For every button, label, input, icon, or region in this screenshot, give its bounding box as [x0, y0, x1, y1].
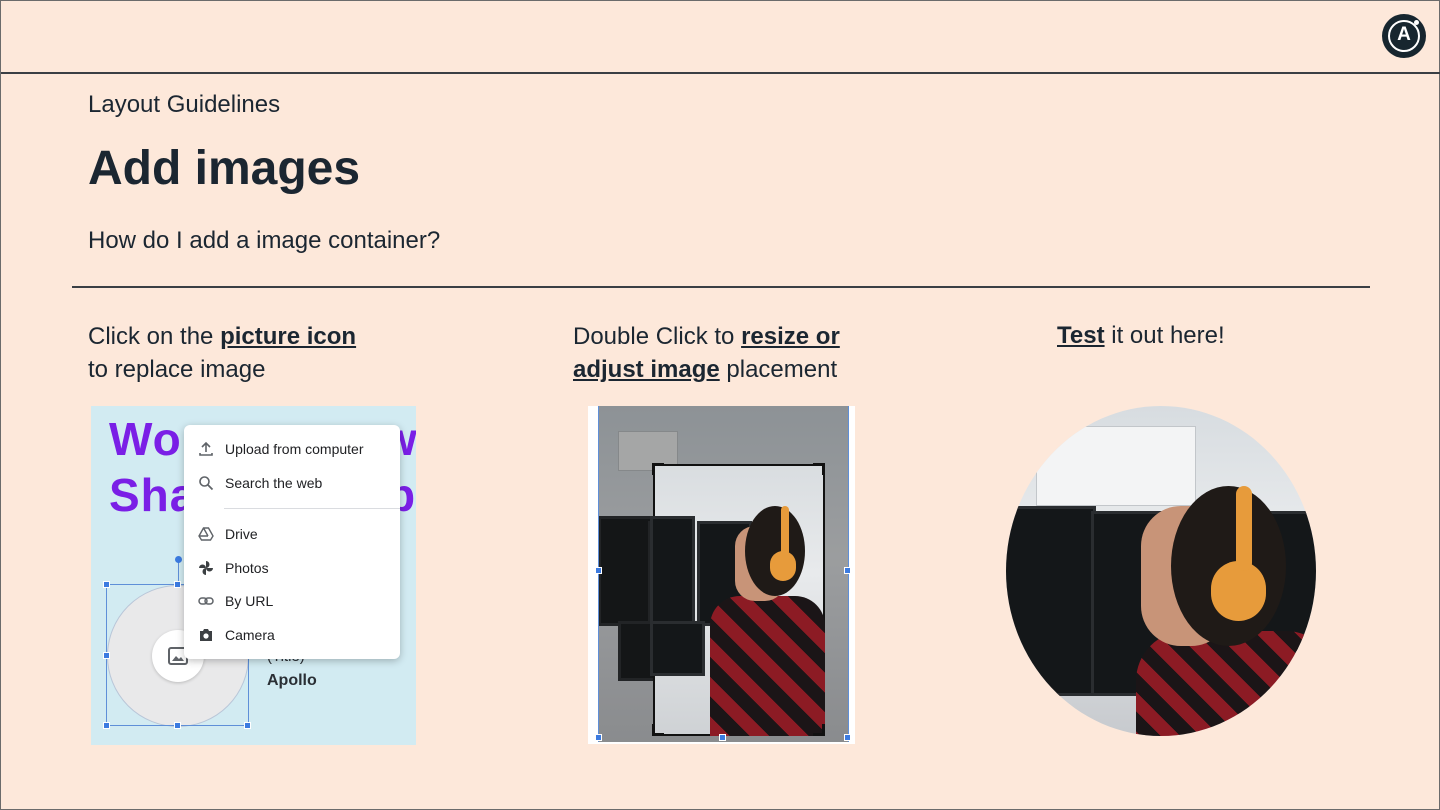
- step-resize-image: Double Click to resize or adjust image p…: [573, 320, 893, 386]
- replace-image-example: Wo w Sha p (Title) Apollo Upload from co…: [91, 406, 416, 745]
- resize-handle[interactable]: [244, 722, 251, 729]
- crop-corner-handle[interactable]: [813, 724, 825, 736]
- resize-handle[interactable]: [103, 581, 110, 588]
- crop-corner-handle[interactable]: [652, 463, 664, 475]
- photos-icon: [199, 561, 213, 575]
- page-subtitle: How do I add a image container?: [88, 227, 441, 254]
- step-text: Double Click to: [573, 323, 742, 350]
- menu-item-search-web[interactable]: Search the web: [184, 468, 400, 498]
- section-label: Layout Guidelines: [88, 91, 281, 118]
- rotate-handle[interactable]: [175, 556, 182, 563]
- link-icon: [198, 597, 214, 605]
- example-caption-name: Apollo: [267, 672, 317, 689]
- menu-item-upload[interactable]: Upload from computer: [184, 434, 400, 464]
- crop-corner-handle[interactable]: [813, 463, 825, 475]
- test-image-circle[interactable]: [1006, 406, 1316, 736]
- page-title: Add images: [88, 142, 361, 195]
- resize-link[interactable]: resize or: [741, 323, 840, 350]
- logo-letter: A: [1397, 24, 1411, 45]
- step-replace-image: Click on the picture icon to replace ima…: [88, 320, 448, 386]
- step-text-line2: to replace image: [88, 356, 266, 383]
- drive-icon: [198, 527, 214, 541]
- resize-handle[interactable]: [103, 722, 110, 729]
- resize-handle[interactable]: [844, 734, 851, 741]
- menu-separator: [224, 508, 400, 509]
- menu-item-camera[interactable]: Camera: [184, 620, 400, 650]
- step-text-tail: it out here!: [1104, 322, 1225, 349]
- search-icon: [199, 476, 214, 491]
- resize-handle[interactable]: [719, 734, 726, 741]
- upload-icon: [199, 441, 213, 456]
- example-headline-line1: Wo: [109, 413, 182, 465]
- resize-handle[interactable]: [844, 567, 851, 574]
- step-test: Test it out here!: [1057, 319, 1317, 352]
- crop-area[interactable]: [650, 464, 825, 736]
- menu-item-drive[interactable]: Drive: [184, 519, 400, 549]
- step-text: Click on the: [88, 323, 221, 350]
- content-divider: [72, 286, 1370, 288]
- test-link[interactable]: Test: [1057, 322, 1105, 349]
- resize-handle[interactable]: [595, 567, 602, 574]
- menu-item-by-url[interactable]: By URL: [184, 586, 400, 616]
- resize-handle[interactable]: [595, 734, 602, 741]
- resize-handle[interactable]: [174, 581, 181, 588]
- resize-image-example: [588, 406, 855, 744]
- camera-icon: [200, 629, 212, 641]
- resize-handle[interactable]: [174, 722, 181, 729]
- menu-item-photos[interactable]: Photos: [184, 553, 400, 583]
- adjust-image-link[interactable]: adjust image: [573, 356, 720, 383]
- slide: A Layout Guidelines Add images How do I …: [0, 0, 1440, 810]
- step-text-tail: placement: [719, 356, 838, 383]
- apollo-logo-icon: A: [1382, 14, 1426, 58]
- crop-corner-handle[interactable]: [652, 724, 664, 736]
- replace-image-menu: Upload from computer Search the web Driv…: [184, 425, 400, 659]
- picture-icon-link[interactable]: picture icon: [220, 323, 356, 350]
- resize-handle[interactable]: [103, 652, 110, 659]
- header-divider: [1, 72, 1440, 74]
